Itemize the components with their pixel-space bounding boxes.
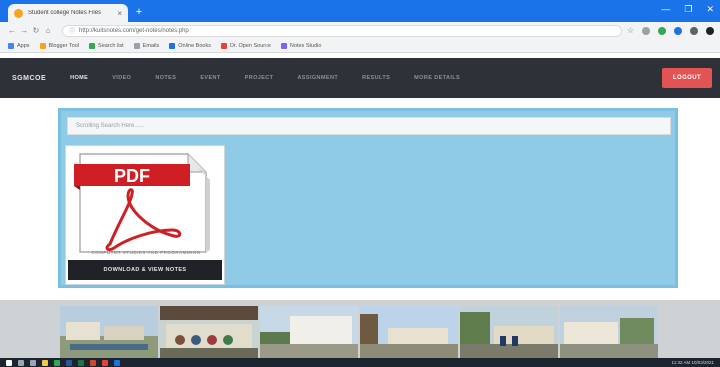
info-icon: ⓘ	[69, 29, 76, 35]
bookmark-label: Blogger Tool	[48, 42, 80, 49]
bookmarks-bar: Apps Blogger Tool Search list Emails Onl…	[0, 39, 720, 53]
bookmark-item[interactable]: Blogger Tool	[39, 42, 80, 49]
site-navbar: SGMCOE HOME VIDEO NOTES EVENT PROJECT AS…	[0, 58, 720, 98]
gallery-photos	[60, 306, 658, 358]
gallery-photo[interactable]	[60, 306, 158, 358]
url-bar[interactable]: ⓘ http://kuitsnotes.com/get-notes/notes.…	[62, 24, 622, 37]
bookmark-item[interactable]: Search list	[89, 42, 124, 49]
gallery-photo[interactable]	[360, 306, 458, 358]
browser-tab[interactable]: Student college Notes Files ×	[8, 4, 128, 22]
nav-item-home[interactable]: HOME	[70, 75, 88, 81]
close-window-icon[interactable]: ✕	[706, 4, 714, 15]
word-icon[interactable]	[66, 359, 72, 366]
nav-item-assignment[interactable]: ASSIGNMENT	[297, 75, 338, 81]
start-icon[interactable]	[6, 359, 12, 366]
tab-title: Student college Notes Files	[28, 10, 102, 16]
nav-item-video[interactable]: VIDEO	[112, 75, 131, 81]
extension-icon-2[interactable]	[658, 26, 666, 35]
powerpoint-icon[interactable]	[90, 359, 96, 366]
gallery-photo[interactable]	[460, 306, 558, 358]
bookmark-item[interactable]: Online Books	[169, 42, 211, 49]
nav-item-event[interactable]: EVENT	[200, 75, 220, 81]
bookmark-label: Search list	[98, 42, 124, 49]
gallery-photo[interactable]	[160, 306, 258, 358]
screen: Student college Notes Files × + — ❐ ✕ ← …	[0, 0, 720, 367]
bookmark-icon	[169, 42, 176, 49]
app-icon[interactable]	[114, 359, 120, 366]
profile-avatar[interactable]	[706, 26, 714, 35]
address-bar-row: ← → ↻ ⌂ ⓘ http://kuitsnotes.com/get-note…	[0, 22, 720, 39]
nav-item-results[interactable]: RESULTS	[362, 75, 390, 81]
app-icon[interactable]	[102, 359, 108, 366]
close-tab-icon[interactable]: ×	[117, 9, 122, 18]
chrome-icon[interactable]	[54, 359, 60, 366]
url-text: http://kuitsnotes.com/get-notes/notes.ph…	[79, 27, 189, 34]
site-brand[interactable]: SGMCOE	[12, 75, 46, 82]
bookmark-item[interactable]: Notes Studio	[280, 42, 322, 49]
system-tray: 11:32 AM 10/03/2021	[671, 360, 714, 365]
bookmark-icon	[280, 42, 287, 49]
gallery-photo[interactable]	[260, 306, 358, 358]
favicon-icon	[14, 8, 23, 18]
minimize-icon[interactable]: —	[661, 4, 670, 15]
nav-item-project[interactable]: PROJECT	[245, 75, 274, 81]
bookmark-item[interactable]: Emails	[133, 42, 160, 49]
search-icon[interactable]	[18, 359, 24, 366]
excel-icon[interactable]	[78, 359, 84, 366]
search-input[interactable]: Scrolling Search Here......	[67, 117, 671, 135]
bookmark-item[interactable]: Dr. Open Source	[220, 42, 271, 49]
bookmark-label: Dr. Open Source	[229, 42, 271, 49]
file-explorer-icon[interactable]	[42, 359, 48, 366]
bookmark-item[interactable]: Apps	[8, 42, 30, 49]
logout-button[interactable]: LOGOUT	[662, 68, 712, 88]
notes-panel: Scrolling Search Here...... PDF COMPUTER…	[58, 108, 678, 288]
notes-card[interactable]: PDF COMPUTER STUDIES AND PROGRAMMING DOW…	[65, 145, 225, 285]
reload-icon[interactable]: ↻	[30, 26, 42, 35]
maximize-icon[interactable]: ❐	[684, 4, 692, 15]
nav-item-notes[interactable]: NOTES	[155, 75, 176, 81]
bookmark-label: Apps	[17, 42, 30, 49]
bookmark-label: Emails	[142, 42, 160, 49]
extension-icon-1[interactable]	[642, 26, 650, 35]
back-icon[interactable]: ←	[6, 26, 18, 35]
gallery-strip	[0, 300, 720, 358]
forward-icon[interactable]: →	[18, 26, 30, 35]
pdf-label: PDF	[114, 166, 150, 186]
task-view-icon[interactable]	[30, 359, 36, 366]
new-tab-button[interactable]: +	[133, 6, 145, 18]
browser-tab-strip: Student college Notes Files × + — ❐ ✕	[0, 0, 720, 22]
extension-icon-4[interactable]	[690, 26, 698, 35]
bookmark-icon	[8, 42, 14, 49]
nav-item-more-details[interactable]: MORE DETAILS	[414, 75, 460, 81]
bookmark-label: Notes Studio	[289, 42, 322, 49]
bookmark-icon	[220, 42, 227, 49]
os-taskbar: 11:32 AM 10/03/2021	[0, 358, 720, 367]
star-icon[interactable]: ☆	[627, 26, 634, 35]
extension-icon-3[interactable]	[674, 26, 682, 35]
window-controls: — ❐ ✕	[661, 4, 714, 15]
notes-title: COMPUTER STUDIES AND PROGRAMMING	[91, 250, 201, 255]
bookmark-label: Online Books	[178, 42, 211, 49]
extension-icons: ☆	[627, 26, 714, 35]
home-icon[interactable]: ⌂	[42, 26, 54, 35]
pdf-icon: PDF	[74, 153, 210, 253]
nav-menu: HOME VIDEO NOTES EVENT PROJECT ASSIGNMEN…	[70, 75, 460, 81]
gallery-photo[interactable]	[560, 306, 658, 358]
bookmark-icon	[89, 42, 96, 49]
bookmark-icon	[39, 42, 46, 49]
download-view-notes-button[interactable]: DOWNLOAD & VIEW NOTES	[68, 260, 222, 280]
bookmark-icon	[133, 42, 140, 49]
